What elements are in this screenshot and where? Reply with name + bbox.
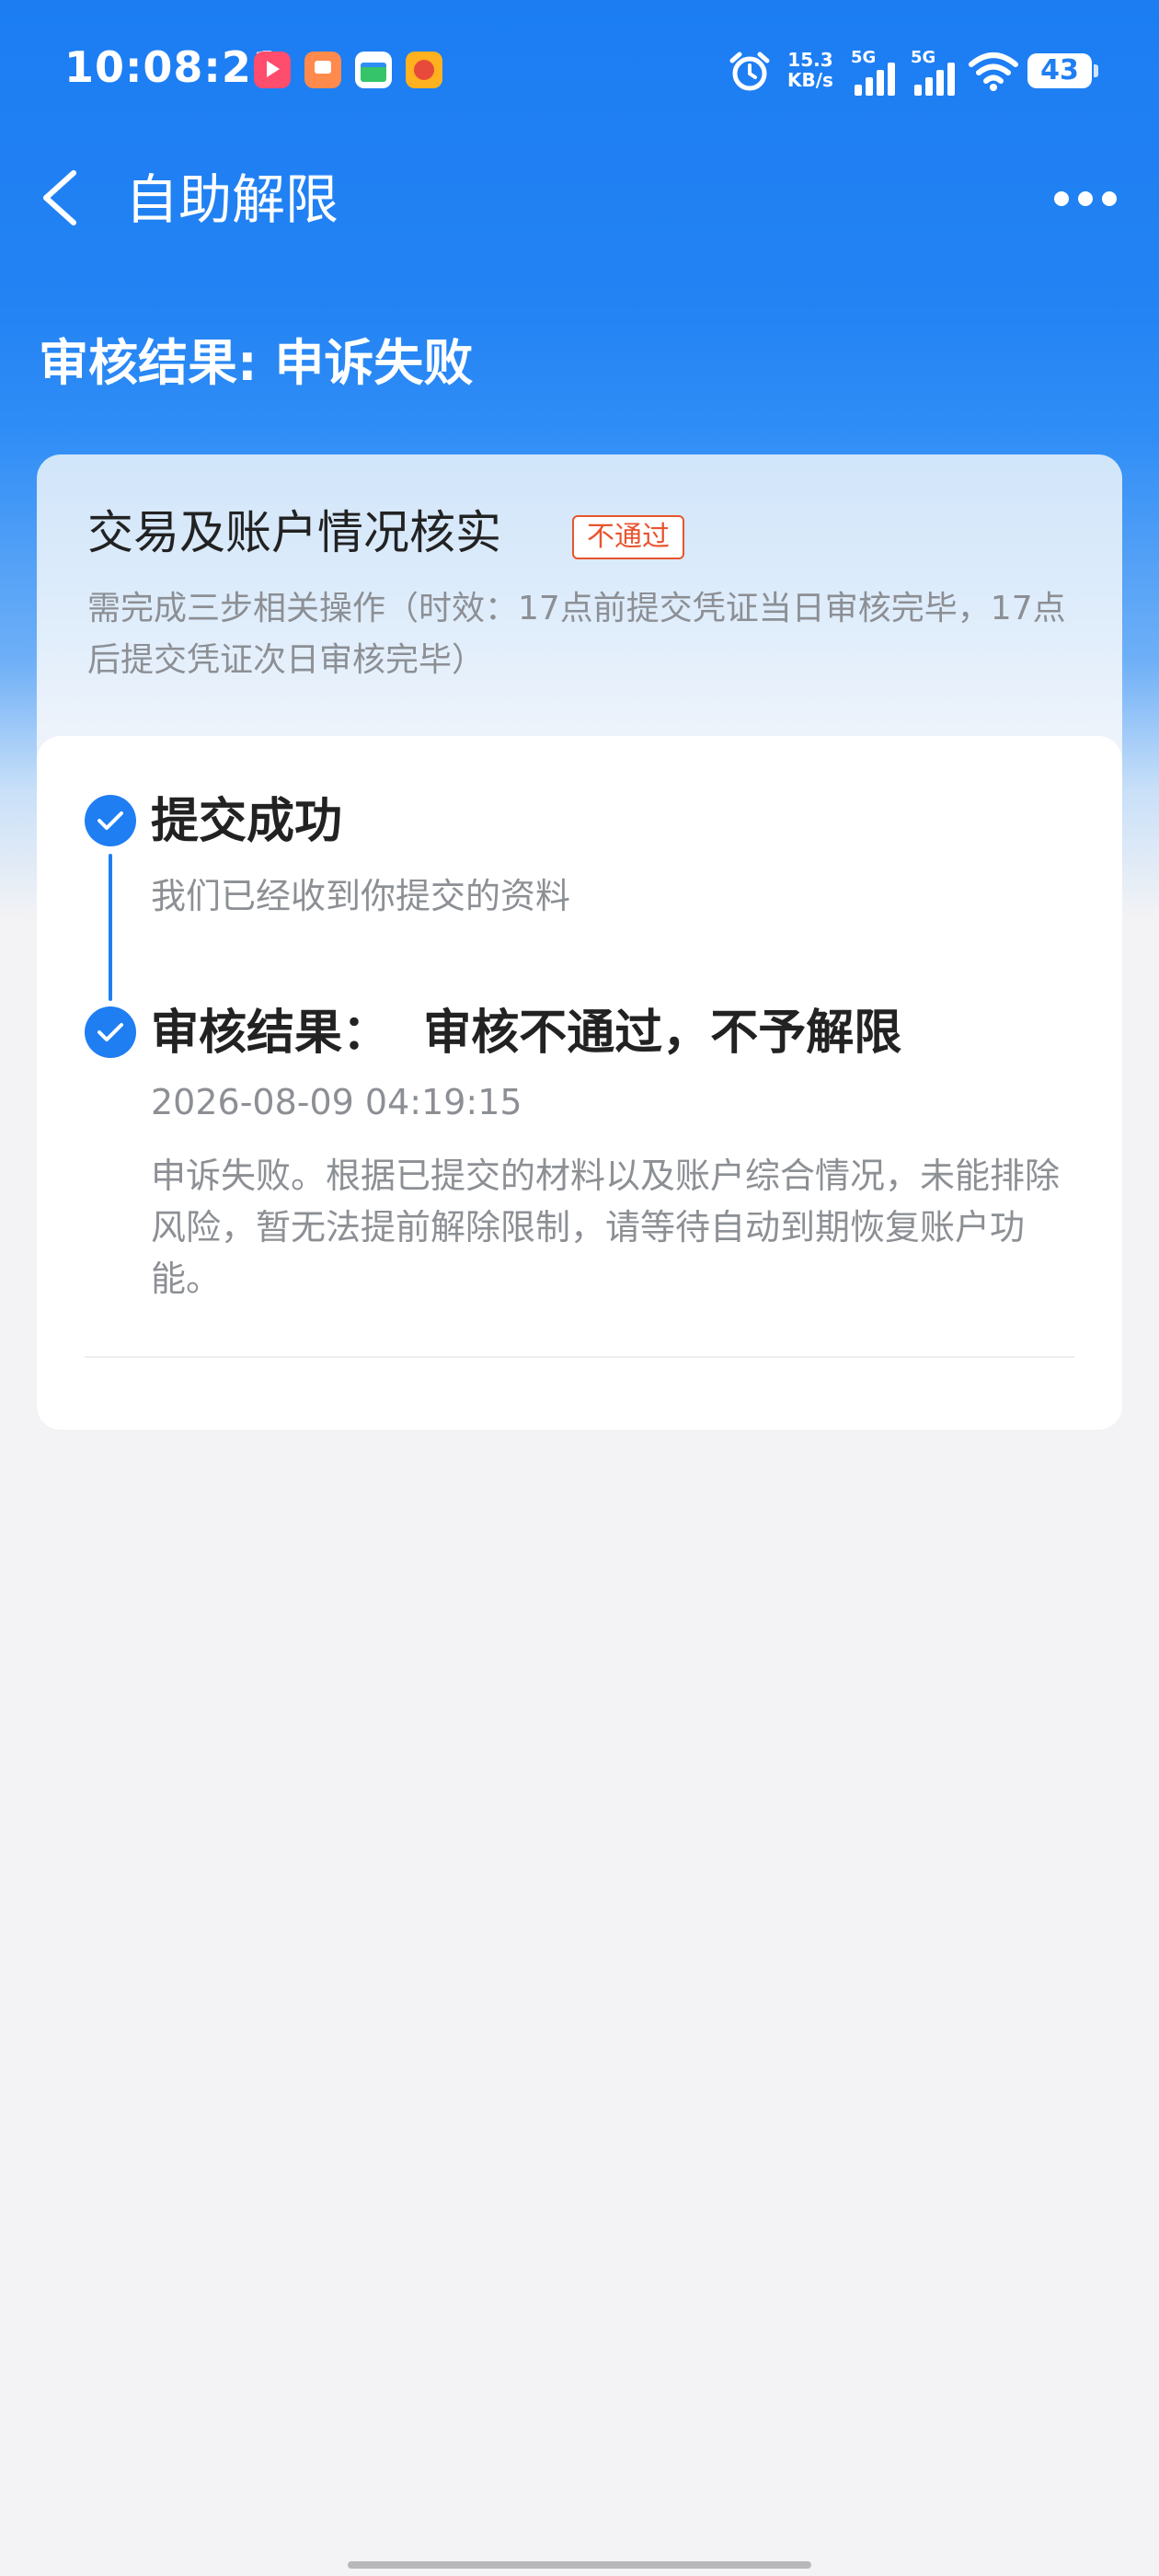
network-speed: 15.3 KB/s xyxy=(787,50,833,90)
card-title: 交易及账户情况核实 xyxy=(87,506,501,559)
page: 10:08:21 15.3 KB/s 5G 5G 43 自助解限 审核结果: 申… xyxy=(0,0,1159,2576)
signal-type-label: 5G xyxy=(911,48,936,67)
signal-icon: 5G xyxy=(911,48,960,96)
status-badge: 不通过 xyxy=(572,515,684,559)
step-title: 提交成功 xyxy=(151,794,343,849)
step-description: 我们已经收到你提交的资料 xyxy=(151,876,571,916)
battery-icon: 43 xyxy=(1027,53,1098,88)
notes-app-icon xyxy=(304,52,341,88)
timeline: 提交成功 我们已经收到你提交的资料 审核结果： 审核不通过，不予解限 2026-… xyxy=(37,736,1122,1430)
game-app-icon xyxy=(406,52,442,88)
card-description: 需完成三步相关操作（时效：17点前提交凭证当日审核完毕，17点后提交凭证次日审核… xyxy=(87,590,1066,679)
divider xyxy=(85,1356,1074,1358)
step-description: 申诉失败。根据已提交的材料以及账户综合情况，未能排除风险，暂无法提前解除限制，请… xyxy=(151,1156,1061,1299)
back-arrow-icon[interactable] xyxy=(37,166,92,230)
status-time: 10:08:21 xyxy=(64,42,282,92)
home-indicator[interactable] xyxy=(348,2561,811,2569)
video-app-icon xyxy=(254,52,291,88)
network-speed-value: 15.3 xyxy=(787,49,833,71)
alarm-icon xyxy=(729,52,770,91)
step-timestamp: 2026-08-09 04:19:15 xyxy=(151,1082,522,1122)
result-heading: 审核结果: 申诉失败 xyxy=(39,334,474,392)
status-bar: 10:08:21 15.3 KB/s 5G 5G 43 xyxy=(0,0,1159,138)
check-icon xyxy=(85,1006,136,1058)
timeline-connector xyxy=(109,854,112,1001)
check-icon xyxy=(85,795,136,846)
nav-bar: 自助解限 xyxy=(0,147,1159,248)
step-title: 审核结果： 审核不通过，不予解限 xyxy=(151,1006,902,1061)
more-dots-icon[interactable] xyxy=(1049,184,1122,212)
signal-type-label: 5G xyxy=(851,48,877,67)
verification-card: 交易及账户情况核实 不通过 需完成三步相关操作（时效：17点前提交凭证当日审核完… xyxy=(37,454,1122,1430)
page-title: 自助解限 xyxy=(125,168,339,231)
wifi-icon xyxy=(969,52,1018,91)
network-speed-unit: KB/s xyxy=(787,69,833,91)
signal-icon: 5G xyxy=(851,48,901,96)
wallet-app-icon xyxy=(355,52,392,88)
